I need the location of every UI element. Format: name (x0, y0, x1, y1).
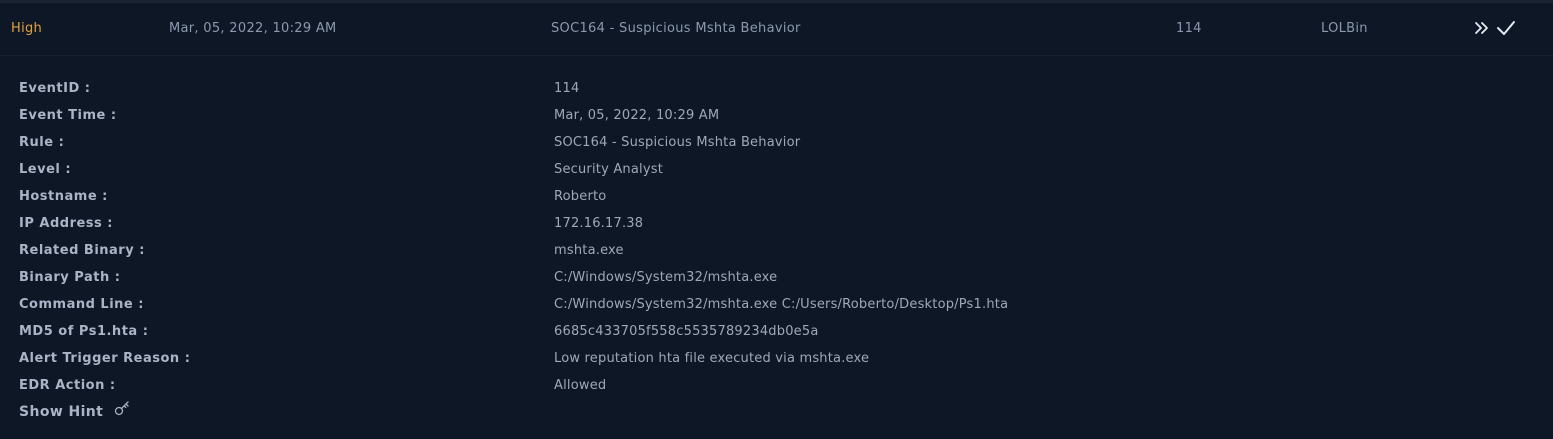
detail-label: EventID : (19, 81, 91, 96)
detail-value: Mar, 05, 2022, 10:29 AM (554, 108, 720, 123)
alert-rule: SOC164 - Suspicious Mshta Behavior (551, 21, 801, 36)
detail-value: 172.16.17.38 (554, 216, 644, 231)
detail-label: Alert Trigger Reason : (19, 351, 191, 366)
detail-value: mshta.exe (554, 243, 624, 258)
alert-page: High Mar, 05, 2022, 10:29 AM SOC164 - Su… (0, 0, 1553, 439)
detail-value: Roberto (554, 189, 607, 204)
show-hint-label: Show Hint (19, 404, 104, 420)
alert-type: LOLBin (1321, 21, 1368, 36)
detail-label: Event Time : (19, 108, 117, 123)
key-icon (114, 400, 132, 420)
detail-label: IP Address : (19, 216, 113, 231)
detail-row-event-id: EventID : 114 (0, 81, 1553, 108)
detail-value: Security Analyst (554, 162, 663, 177)
detail-row-related-binary: Related Binary : mshta.exe (0, 243, 1553, 270)
detail-value: SOC164 - Suspicious Mshta Behavior (554, 135, 801, 150)
detail-label: MD5 of Ps1.hta : (19, 324, 149, 339)
check-icon[interactable] (1495, 18, 1517, 42)
alert-row[interactable]: High Mar, 05, 2022, 10:29 AM SOC164 - Su… (0, 3, 1553, 56)
detail-row-event-time: Event Time : Mar, 05, 2022, 10:29 AM (0, 108, 1553, 135)
alert-event-id: 114 (1176, 21, 1202, 36)
detail-value: C:/Windows/System32/mshta.exe C:/Users/R… (554, 297, 1009, 312)
detail-row-edr-action: EDR Action : Allowed (0, 378, 1553, 405)
alert-date: Mar, 05, 2022, 10:29 AM (169, 21, 337, 36)
detail-row-trigger-reason: Alert Trigger Reason : Low reputation ht… (0, 351, 1553, 378)
show-hint-button[interactable]: Show Hint (19, 401, 132, 424)
detail-value: 114 (554, 81, 580, 96)
detail-label: Level : (19, 162, 72, 177)
detail-row-hostname: Hostname : Roberto (0, 189, 1553, 216)
detail-row-binary-path: Binary Path : C:/Windows/System32/mshta.… (0, 270, 1553, 297)
alert-details: EventID : 114 Event Time : Mar, 05, 2022… (0, 56, 1553, 439)
detail-value: Allowed (554, 378, 607, 393)
detail-label: Related Binary : (19, 243, 145, 258)
detail-row-ip-address: IP Address : 172.16.17.38 (0, 216, 1553, 243)
detail-row-md5: MD5 of Ps1.hta : 6685c433705f558c5535789… (0, 324, 1553, 351)
detail-value: 6685c433705f558c5535789234db0e5a (554, 324, 819, 339)
severity-badge: High (11, 21, 43, 36)
double-chevron-right-icon[interactable] (1473, 18, 1491, 42)
detail-value: Low reputation hta file executed via msh… (554, 351, 870, 366)
detail-row-level: Level : Security Analyst (0, 162, 1553, 189)
detail-label: EDR Action : (19, 378, 116, 393)
detail-label: Binary Path : (19, 270, 121, 285)
detail-value: C:/Windows/System32/mshta.exe (554, 270, 778, 285)
detail-label: Command Line : (19, 297, 144, 312)
detail-label: Hostname : (19, 189, 108, 204)
detail-label: Rule : (19, 135, 65, 150)
alert-actions (1473, 18, 1519, 38)
detail-row-rule: Rule : SOC164 - Suspicious Mshta Behavio… (0, 135, 1553, 162)
detail-row-command-line: Command Line : C:/Windows/System32/mshta… (0, 297, 1553, 324)
